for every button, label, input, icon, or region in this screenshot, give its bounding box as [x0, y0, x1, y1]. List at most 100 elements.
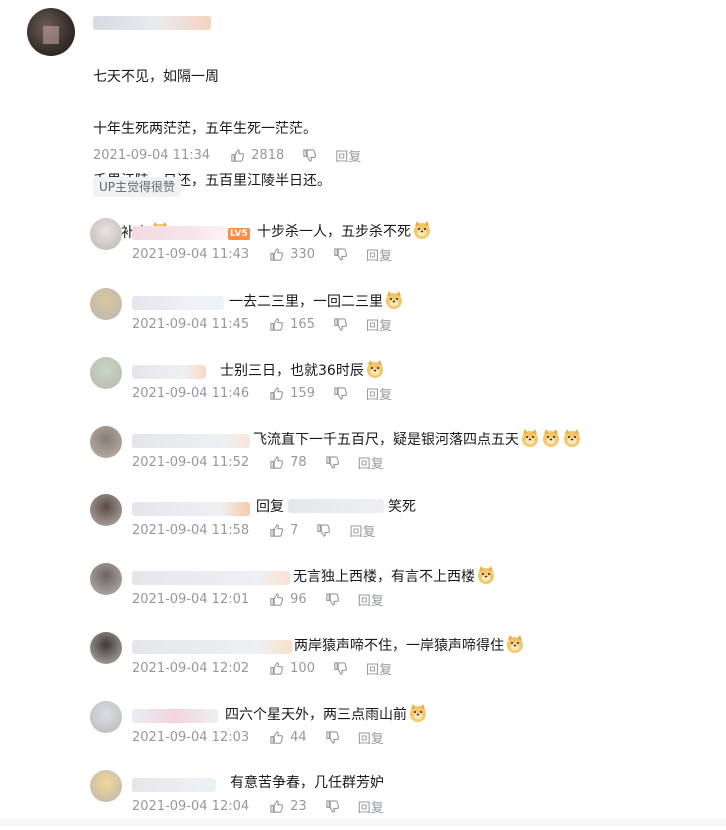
reply-button[interactable]: 回复 — [358, 590, 384, 609]
dislike-button[interactable] — [325, 799, 340, 814]
like-count: 330 — [290, 247, 315, 262]
username-blurred[interactable] — [132, 709, 218, 723]
reply-button[interactable]: 回复 — [366, 245, 392, 264]
reply-meta: 2021-09-04 11:43 330 回复 — [132, 245, 392, 264]
username-blurred[interactable] — [132, 502, 250, 516]
avatar[interactable] — [90, 357, 122, 389]
like-count: 7 — [290, 523, 299, 538]
username-blurred[interactable] — [132, 571, 290, 585]
like-button[interactable]: 7 — [269, 523, 298, 538]
username-blurred[interactable] — [132, 434, 250, 448]
username-blurred[interactable] — [93, 16, 211, 30]
thumbs-down-icon — [326, 800, 339, 813]
avatar[interactable] — [90, 563, 122, 595]
avatar[interactable] — [90, 288, 122, 320]
reply-meta: 2021-09-04 12:04 23 回复 — [132, 797, 384, 816]
avatar[interactable] — [90, 426, 122, 458]
dislike-button[interactable] — [333, 386, 348, 401]
thumbs-down-icon — [317, 524, 331, 537]
reply-meta: 2021-09-04 12:02 100 回复 — [132, 659, 392, 678]
reply-button[interactable]: 回复 — [366, 384, 392, 403]
username-blurred[interactable] — [132, 778, 216, 792]
reply-button[interactable]: 回复 — [349, 521, 375, 540]
thumbs-up-icon — [270, 456, 284, 469]
dislike-button[interactable] — [325, 455, 340, 470]
doge-emoji-icon — [541, 428, 561, 448]
dislike-button[interactable] — [325, 592, 340, 607]
reply-meta: 2021-09-04 12:01 96 回复 — [132, 590, 384, 609]
reply-button[interactable]: 回复 — [358, 797, 384, 816]
reply-content: 无言独上西楼，有言不上西楼 — [293, 569, 475, 585]
comment-line: 十年生死两茫茫，五年生死一茫茫。 — [93, 121, 317, 137]
reply-content: 两岸猿声啼不住，一岸猿声啼得住 — [294, 638, 504, 654]
like-button[interactable]: 330 — [269, 247, 315, 262]
avatar[interactable] — [90, 632, 122, 664]
reply-text: 士别三日，也就36时辰 — [220, 359, 385, 382]
reply-content: 笑死 — [388, 499, 416, 515]
like-button[interactable]: 96 — [269, 592, 307, 607]
avatar[interactable] — [90, 701, 122, 733]
avatar[interactable] — [90, 218, 122, 250]
thumbs-down-icon — [303, 149, 317, 162]
reply-meta: 2021-09-04 12:03 44 回复 — [132, 728, 384, 747]
timestamp: 2021-09-04 11:46 — [132, 386, 250, 401]
like-button[interactable]: 44 — [269, 730, 307, 745]
root-comment: 七天不见，如隔一周 十年生死两茫茫，五年生死一茫茫。 千里江陵一日还，五百里江陵… — [0, 0, 726, 241]
doge-emoji-icon — [562, 428, 582, 448]
like-button[interactable]: 23 — [269, 799, 307, 814]
reply-text: 四六个星天外，两三点雨山前 — [225, 703, 428, 726]
username-blurred[interactable] — [132, 365, 206, 379]
reply-content: 十步杀一人，五步杀不死 — [257, 224, 411, 240]
dislike-button[interactable] — [333, 247, 348, 262]
like-button[interactable]: 100 — [269, 661, 315, 676]
mention-blurred[interactable] — [288, 499, 384, 513]
dislike-button[interactable] — [302, 148, 317, 163]
doge-emoji-icon — [520, 428, 540, 448]
reply-button[interactable]: 回复 — [366, 659, 392, 678]
reply-button[interactable]: 回复 — [366, 315, 392, 334]
thumbs-up-icon — [270, 318, 284, 331]
thumbs-down-icon — [326, 593, 339, 606]
like-button[interactable]: 165 — [269, 317, 315, 332]
reply-content: 有意苦争春，几任群芳妒 — [230, 775, 384, 791]
dislike-button[interactable] — [333, 661, 348, 676]
like-count: 2818 — [251, 148, 285, 163]
thumbs-up-icon — [270, 248, 284, 261]
avatar[interactable] — [90, 494, 122, 526]
reply-button[interactable]: 回复 — [335, 146, 361, 165]
like-button[interactable]: 78 — [269, 455, 307, 470]
avatar[interactable] — [27, 8, 75, 56]
reply-item: 无言独上西楼，有言不上西楼 2021-09-04 12:01 96 回复 — [0, 555, 726, 623]
timestamp: 2021-09-04 11:45 — [132, 317, 250, 332]
timestamp: 2021-09-04 11:58 — [132, 523, 250, 538]
dislike-button[interactable] — [333, 317, 348, 332]
reply-button[interactable]: 回复 — [358, 728, 384, 747]
avatar[interactable] — [90, 770, 122, 802]
username-blurred[interactable] — [132, 226, 228, 240]
thumbs-up-icon — [270, 524, 284, 537]
thumbs-up-icon — [231, 149, 245, 162]
thumbs-up-icon — [270, 593, 284, 606]
username-blurred[interactable] — [132, 640, 292, 654]
thumbs-up-icon — [270, 662, 284, 675]
up-liked-badge: UP主觉得很赞 — [93, 177, 182, 197]
reply-button[interactable]: 回复 — [358, 453, 384, 472]
username-blurred[interactable] — [132, 296, 224, 310]
reply-item: 两岸猿声啼不住，一岸猿声啼得住 2021-09-04 12:02 100 回复 — [0, 624, 726, 692]
comment-meta: 2021-09-04 11:34 2818 回复 — [93, 146, 361, 165]
thumbs-up-icon — [270, 731, 284, 744]
like-count: 78 — [290, 455, 307, 470]
timestamp: 2021-09-04 12:01 — [132, 592, 250, 607]
like-count: 159 — [290, 386, 315, 401]
doge-emoji-icon — [408, 703, 428, 723]
timestamp: 2021-09-04 12:02 — [132, 661, 250, 676]
reply-text: 两岸猿声啼不住，一岸猿声啼得住 — [294, 634, 525, 657]
dislike-button[interactable] — [316, 523, 331, 538]
dislike-button[interactable] — [325, 730, 340, 745]
like-button[interactable]: 159 — [269, 386, 315, 401]
thumbs-up-icon — [270, 387, 284, 400]
reply-meta: 2021-09-04 11:46 159 回复 — [132, 384, 392, 403]
reply-item: 飞流直下一千五百尺，疑是银河落四点五天 2021-09-04 11:52 78 … — [0, 418, 726, 486]
like-button[interactable]: 2818 — [230, 148, 284, 163]
reply-text: 十步杀一人，五步杀不死 — [257, 220, 432, 243]
